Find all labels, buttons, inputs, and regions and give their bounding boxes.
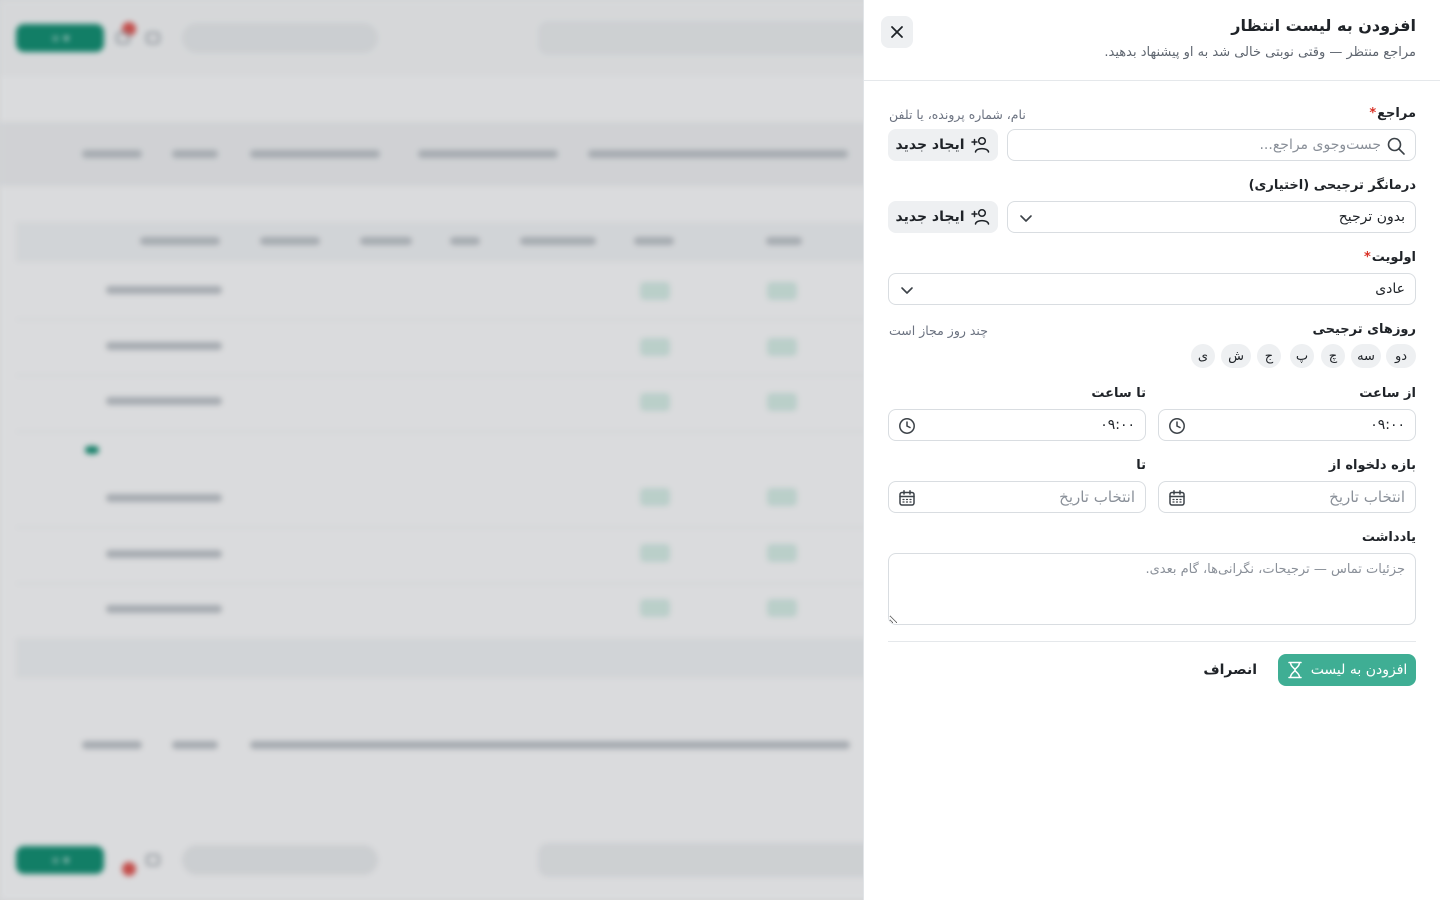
from-date-label: بازه دلخواه از	[1328, 458, 1416, 473]
add-user-icon	[970, 208, 989, 225]
days-hint: چند روز مجاز است	[889, 323, 988, 338]
add-user-icon	[970, 136, 989, 153]
from-date-placeholder: انتخاب تاریخ	[1329, 488, 1405, 506]
from-date-input[interactable]: انتخاب تاریخ	[1158, 481, 1416, 513]
day-chip[interactable]: ی	[1191, 344, 1215, 368]
drawer-header: افزودن به لیست انتظار مراجع منتظر — وقتی…	[864, 0, 1440, 81]
to-date-input[interactable]: انتخاب تاریخ	[888, 481, 1146, 513]
add-to-waitlist-button[interactable]: افزودن به لیست	[1278, 654, 1416, 686]
create-therapist-button[interactable]: ایجاد جدید	[888, 201, 998, 233]
day-chip[interactable]: ج	[1257, 344, 1281, 368]
days-label: روزهای ترجیحی	[1312, 322, 1416, 337]
priority-label: اولویت*	[1363, 250, 1416, 265]
client-hint: نام، شماره پرونده، یا تلفن	[889, 107, 1026, 122]
cancel-button[interactable]: انصراف	[1203, 654, 1257, 686]
priority-value: عادی	[1375, 281, 1405, 297]
client-search-placeholder: جست‌وجوی مراجع...	[1259, 137, 1381, 153]
clock-icon	[899, 418, 915, 434]
clock-icon	[1169, 418, 1185, 434]
day-chip[interactable]: سه	[1351, 344, 1381, 368]
close-button[interactable]	[881, 16, 913, 48]
to-time-value: ۰۹:۰۰	[1100, 417, 1135, 433]
from-time-value: ۰۹:۰۰	[1370, 417, 1405, 433]
calendar-icon	[899, 490, 915, 506]
calendar-icon	[1169, 490, 1185, 506]
to-date-placeholder: انتخاب تاریخ	[1059, 488, 1135, 506]
required-mark: *	[1363, 250, 1371, 265]
client-label: مراجع*	[1369, 106, 1416, 121]
close-icon	[891, 26, 903, 38]
footer-divider	[888, 641, 1416, 642]
from-time-label: از ساعت	[1359, 386, 1416, 401]
note-label: یادداشت	[1361, 530, 1416, 545]
priority-select[interactable]: عادی	[888, 273, 1416, 305]
waitlist-drawer: افزودن به لیست انتظار مراجع منتظر — وقتی…	[863, 0, 1440, 900]
to-time-input[interactable]: ۰۹:۰۰	[888, 409, 1146, 441]
therapist-select[interactable]: بدون ترجیح	[1007, 201, 1416, 233]
day-chip[interactable]: دو	[1386, 344, 1416, 368]
chevron-down-icon	[901, 287, 913, 294]
note-textarea[interactable]	[888, 553, 1416, 625]
from-time-input[interactable]: ۰۹:۰۰	[1158, 409, 1416, 441]
day-chip[interactable]: پ	[1290, 344, 1314, 368]
search-icon	[1387, 137, 1405, 155]
therapist-label: درمانگر ترجیحی (اختیاری)	[1248, 178, 1416, 193]
drawer-subtitle: مراجع منتظر — وقتی نوبتی خالی شد به او پ…	[1104, 45, 1416, 60]
day-chip[interactable]: چ	[1321, 344, 1345, 368]
to-date-label: تا	[1136, 458, 1146, 473]
to-time-label: تا ساعت	[1091, 386, 1146, 401]
day-chip[interactable]: ش	[1221, 344, 1251, 368]
create-client-label: ایجاد جدید	[895, 137, 965, 153]
hourglass-icon	[1287, 661, 1302, 679]
create-client-button[interactable]: ایجاد جدید	[888, 129, 998, 161]
therapist-value: بدون ترجیح	[1338, 209, 1405, 225]
add-to-waitlist-label: افزودن به لیست	[1310, 662, 1408, 678]
drawer-title: افزودن به لیست انتظار	[1231, 16, 1416, 35]
required-mark: *	[1369, 106, 1377, 121]
client-search-input[interactable]: جست‌وجوی مراجع...	[1007, 129, 1416, 161]
chevron-down-icon	[1020, 215, 1032, 222]
create-therapist-label: ایجاد جدید	[895, 209, 965, 225]
